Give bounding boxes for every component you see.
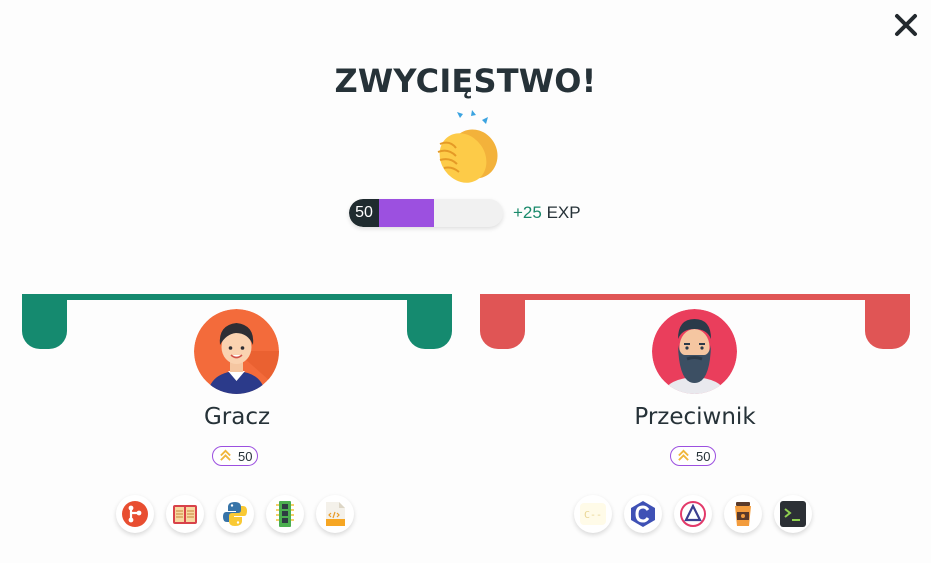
memory-chip-icon [276,501,294,527]
player-panel: Gracz 50 [22,294,452,563]
delta-icon [680,501,706,527]
c-language-icon [631,501,655,527]
opponent-panel-bar [480,294,910,300]
player-panel-tab-left [22,294,67,349]
terminal-skill[interactable] [774,495,812,533]
current-level: 50 [349,199,379,227]
coffee-cup-icon [735,502,751,526]
c-minus-minus-icon: C-- [580,503,606,525]
memory-skill[interactable] [266,495,304,533]
terminal-icon [780,501,806,527]
exp-progress-fill [377,199,434,227]
player-panel-tab-right [407,294,452,349]
opponent-avatar [652,309,737,394]
victory-title: ZWYCIĘSTWO! [334,62,597,100]
opponent-panel-tab-left [480,294,525,349]
opponent-name: Przeciwnik [634,404,756,430]
c-language-skill[interactable] [624,495,662,533]
git-skill[interactable] [116,495,154,533]
book-icon [173,505,197,524]
python-skill[interactable] [216,495,254,533]
double-chevron-up-icon [678,449,689,461]
python-icon [223,502,247,526]
opponent-panel: Przeciwnik 50 C-- [480,294,910,563]
exp-gain-amount: +25 [513,203,542,222]
close-icon[interactable] [893,12,919,38]
player-level-value: 50 [238,449,253,464]
opponent-panel-tab-right [865,294,910,349]
exp-gain-unit: EXP [546,203,581,222]
clapping-hands-icon [437,110,498,183]
opponent-level-value: 50 [696,449,711,464]
double-chevron-up-icon [220,449,231,461]
player-level-badge: 50 [212,446,258,466]
delta-skill[interactable] [674,495,712,533]
coffee-skill[interactable] [724,495,762,533]
svg-text:C--: C-- [584,510,602,521]
c-minus-minus-skill[interactable]: C-- [574,495,612,533]
xml-file-icon [326,502,345,526]
exp-progress-track: 50 [349,199,503,227]
opponent-level-badge: 50 [670,446,716,466]
player-name: Gracz [203,404,271,430]
xml-skill[interactable] [316,495,354,533]
exp-gain: +25 EXP [513,203,581,223]
player-avatar [194,309,279,394]
victory-modal: ZWYCIĘSTWO! 50 +25 EXP Gracz 50 Przeciwn… [0,0,931,563]
player-panel-bar [22,294,452,300]
book-skill[interactable] [166,495,204,533]
git-icon [122,501,148,527]
